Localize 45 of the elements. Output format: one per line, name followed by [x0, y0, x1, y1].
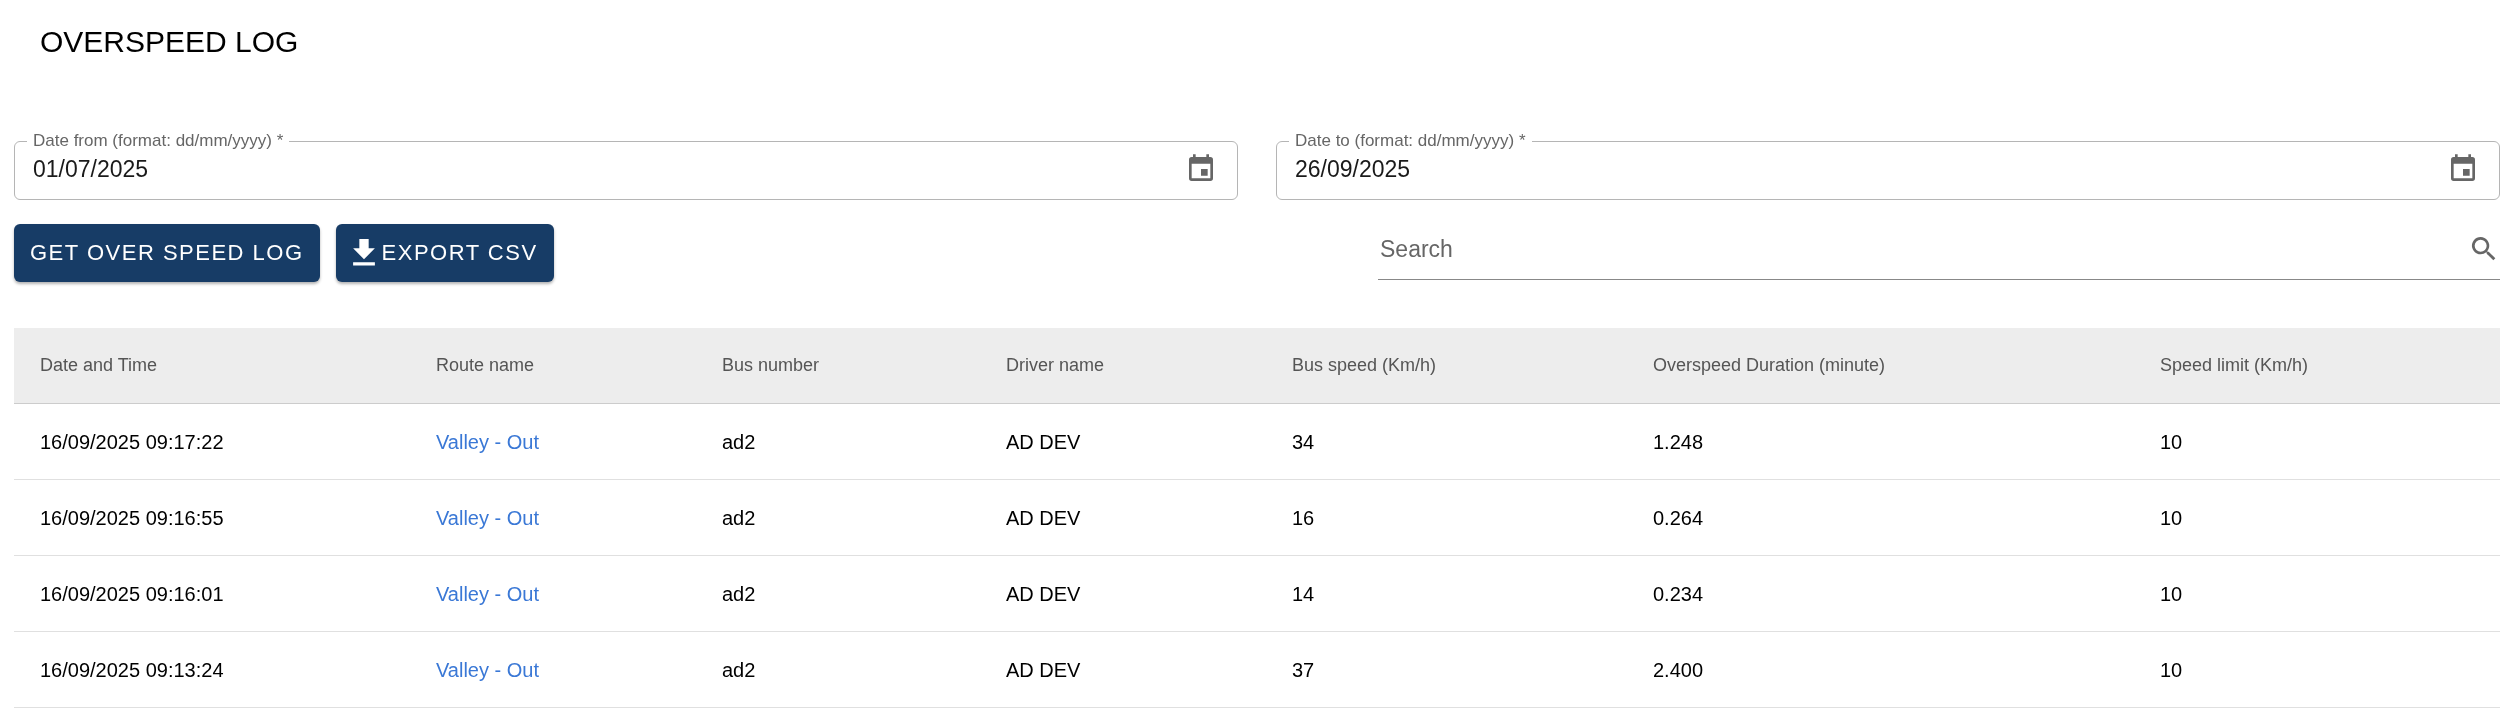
table-cell: 10	[2134, 479, 2500, 556]
date-input[interactable]: 26/09/2025	[1295, 152, 2447, 187]
route-link[interactable]: Valley - Out	[436, 582, 539, 605]
column-header: Date and Time	[14, 327, 410, 404]
action-button[interactable]: GET OVER SPEED LOG	[14, 223, 320, 282]
table-cell: 0.234	[1627, 555, 2134, 632]
column-header: Overspeed Duration (minute)	[1627, 327, 2134, 404]
date-input[interactable]: 01/07/2025	[33, 152, 1185, 187]
table-cell: 2.400	[1627, 631, 2134, 708]
column-header: Speed limit (Km/h)	[2134, 327, 2500, 404]
search-field[interactable]: Search	[1378, 219, 2500, 280]
table-cell: 37	[1266, 631, 1627, 708]
page-title: OVERSPEED LOG	[40, 24, 300, 60]
column-header: Driver name	[980, 327, 1266, 404]
table-cell: 16/09/2025 09:16:01	[14, 555, 410, 632]
table-cell: 16	[1266, 479, 1627, 556]
table-cell: 0.264	[1627, 479, 2134, 556]
table-cell: 16/09/2025 09:13:24	[14, 631, 410, 708]
table-cell: 1.248	[1627, 403, 2134, 480]
table-cell: 14	[1266, 555, 1627, 632]
table-cell: 16/09/2025 09:17:22	[14, 403, 410, 480]
table-cell: AD DEV	[980, 479, 1266, 556]
table-cell: AD DEV	[980, 403, 1266, 480]
table-cell: AD DEV	[980, 555, 1266, 632]
table-cell: ad2	[696, 479, 980, 556]
export-button[interactable]: EXPORT CSV	[335, 223, 554, 282]
table-cell: ad2	[696, 555, 980, 632]
table-cell: 34	[1266, 403, 1627, 480]
table-cell: 10	[2134, 555, 2500, 632]
download-icon	[351, 238, 376, 267]
column-header: Route name	[410, 327, 696, 404]
table-cell: AD DEV	[980, 631, 1266, 708]
column-header: Bus number	[696, 327, 980, 404]
field-label: Date from (format: dd/mm/yyyy) *	[32, 130, 285, 152]
route-link[interactable]: Valley - Out	[436, 506, 539, 529]
table-cell: ad2	[696, 403, 980, 480]
search-input[interactable]: Search	[1378, 230, 2468, 268]
route-link[interactable]: Valley - Out	[436, 658, 539, 681]
table-cell: ad2	[696, 631, 980, 708]
table-cell: 16/09/2025 09:16:55	[14, 479, 410, 556]
table-cell: 10	[2134, 631, 2500, 708]
field-label: Date to (format: dd/mm/yyyy) *	[1294, 130, 1527, 152]
column-header: Bus speed (Km/h)	[1266, 327, 1627, 404]
table-cell: 10	[2134, 403, 2500, 480]
route-link[interactable]: Valley - Out	[436, 430, 539, 453]
